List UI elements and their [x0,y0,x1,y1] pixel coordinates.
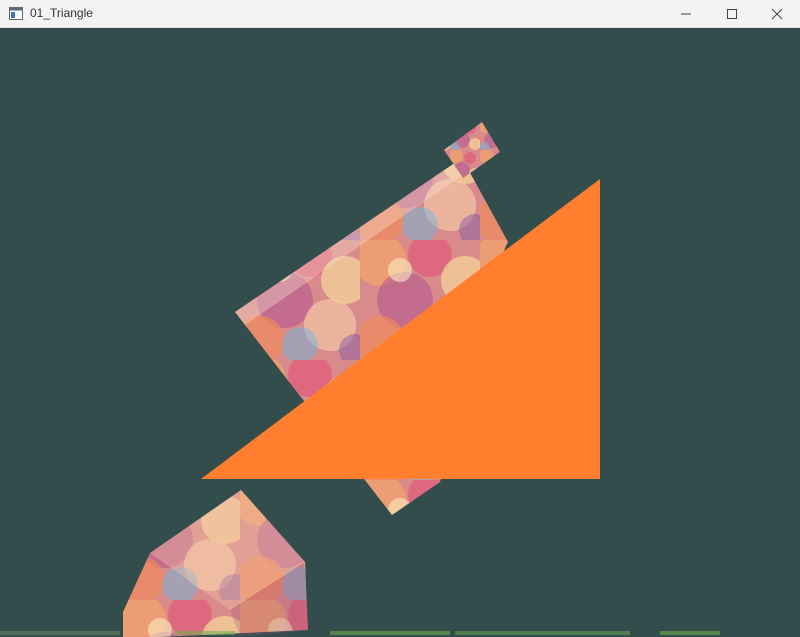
minimize-button[interactable] [663,0,709,28]
maximize-button[interactable] [709,0,755,28]
maximize-icon [726,8,738,20]
minimize-icon [680,8,692,20]
render-viewport[interactable] [0,28,800,637]
scene-canvas [123,122,600,637]
window-title: 01_Triangle [30,6,93,20]
title-bar[interactable]: 01_Triangle [0,0,800,28]
close-icon [771,8,783,20]
console-bleed-strip [0,617,800,637]
textured-cube [123,490,308,637]
app-window: 01_Triangle [0,0,800,637]
close-button[interactable] [754,0,800,28]
app-window-icon [9,7,23,20]
